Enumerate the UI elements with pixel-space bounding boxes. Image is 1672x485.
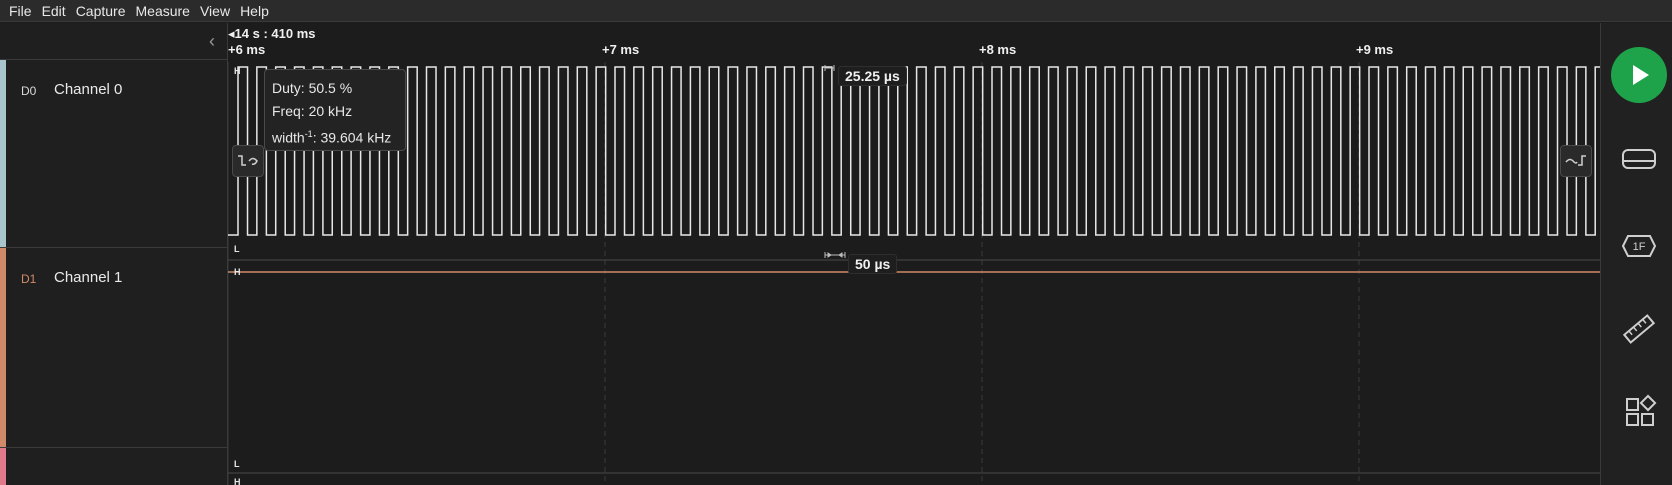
channel-id: D0 xyxy=(21,84,37,98)
time-tick-label: +7 ms xyxy=(602,42,640,57)
menu-measure[interactable]: Measure xyxy=(131,0,195,22)
next-edge-button[interactable] xyxy=(1560,145,1592,177)
period-measurement: 50 µs xyxy=(848,254,898,274)
protocol-1f-icon[interactable]: 1F xyxy=(1619,226,1659,266)
absolute-time: ◂14 s : 410 ms xyxy=(228,26,316,41)
menu-file[interactable]: File xyxy=(4,0,37,22)
channel-panel: ‹ D0 Channel 0 D1 Channel 1 xyxy=(0,23,228,485)
duty-readout: Duty: 50.5 % xyxy=(272,80,353,96)
analyzers-icon[interactable] xyxy=(1619,139,1659,179)
menu-help[interactable]: Help xyxy=(235,0,274,22)
next-edge-icon xyxy=(1565,155,1586,166)
channel-color-bar xyxy=(0,448,6,485)
ruler-icon[interactable] xyxy=(1619,309,1659,349)
previous-edge-button[interactable] xyxy=(232,145,264,177)
channel-2-high-label: H xyxy=(234,477,241,485)
inverse-width-readout: width-1: 39.604 kHz xyxy=(272,129,392,146)
svg-text:1F: 1F xyxy=(1633,241,1646,253)
channel-row-0[interactable]: D0 Channel 0 xyxy=(0,59,228,247)
time-tick-label: +8 ms xyxy=(979,42,1017,57)
channel-1-low-label: L xyxy=(234,459,240,469)
channel-1-high-label: H xyxy=(234,267,241,277)
waveform-view[interactable]: H L H L H xyxy=(228,62,1600,485)
time-tick-label: +6 ms xyxy=(228,42,266,57)
collapse-panel-chevron-left-icon[interactable]: ‹ xyxy=(204,31,220,51)
channel-id: D1 xyxy=(21,272,37,286)
channel-0-low-label: L xyxy=(234,244,240,254)
channel-name[interactable]: Channel 0 xyxy=(54,81,122,98)
menu-view[interactable]: View xyxy=(195,0,235,22)
play-icon xyxy=(1633,65,1649,85)
menu-edit[interactable]: Edit xyxy=(37,0,71,22)
menu-capture[interactable]: Capture xyxy=(71,0,131,22)
channel-color-bar xyxy=(0,60,6,247)
right-toolbar: 1F xyxy=(1600,23,1672,485)
measurement-tooltip: Duty: 50.5 % Freq: 20 kHz width-1: 39.60… xyxy=(264,69,406,151)
channel-0-high-label: H xyxy=(234,66,241,76)
timeline-ruler[interactable]: ◂14 s : 410 ms +6 ms +7 ms +8 ms +9 ms xyxy=(228,23,1600,62)
time-tick-label: +9 ms xyxy=(1356,42,1394,57)
start-capture-button[interactable] xyxy=(1611,47,1667,103)
previous-edge-icon xyxy=(238,155,258,166)
channel-color-bar xyxy=(0,248,6,447)
pulse-width-measurement: 25.25 µs xyxy=(838,66,907,86)
channel-row-2[interactable] xyxy=(0,447,228,485)
menu-bar: File Edit Capture Measure View Help xyxy=(0,0,1672,22)
channel-name[interactable]: Channel 1 xyxy=(54,269,122,286)
channel-row-1[interactable]: D1 Channel 1 xyxy=(0,247,228,447)
extensions-icon[interactable] xyxy=(1619,393,1659,433)
freq-readout: Freq: 20 kHz xyxy=(272,103,353,119)
